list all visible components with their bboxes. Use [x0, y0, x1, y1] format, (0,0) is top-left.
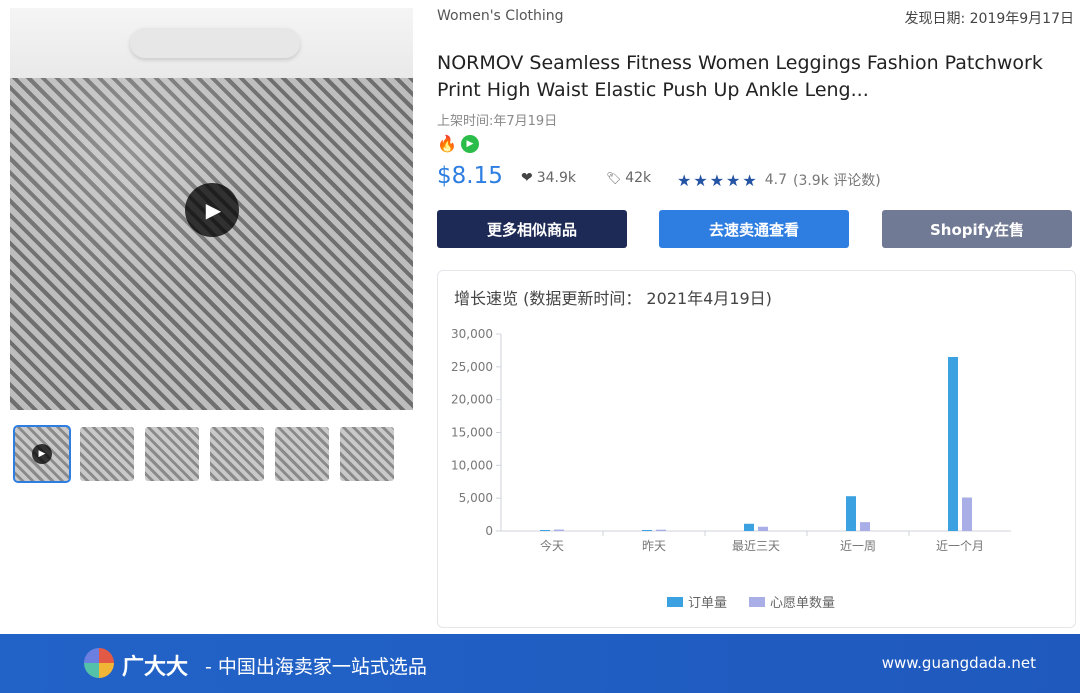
product-main-image[interactable]: ▶	[10, 8, 413, 410]
tags-stat: 🏷 42k	[606, 170, 651, 186]
found-date: 发现日期: 2019年9月17日	[904, 11, 1074, 27]
site-url[interactable]: www.guangdada.net	[882, 654, 1036, 672]
y-tick-label: 30,000	[451, 327, 493, 341]
growth-chart: 0 5,000 10,000 15,000 20,000 25,000 30,000 今天 昨天…	[451, 327, 1011, 611]
x-tick-label: 近一个月	[936, 539, 984, 553]
legend-label: 心愿单数量	[770, 596, 835, 611]
thumbnail-image[interactable]	[275, 427, 329, 481]
legend-label: 订单量	[688, 596, 727, 611]
rating-value: 4.7	[764, 172, 787, 188]
brand-logo-icon	[84, 648, 114, 678]
bar-wishlist	[758, 526, 768, 531]
video-badge-icon: ▶	[461, 135, 479, 153]
bar-orders	[540, 530, 550, 531]
view-on-aliexpress-button[interactable]: 去速卖通查看	[659, 210, 849, 248]
bar-wishlist	[962, 497, 972, 531]
x-tick-label: 今天	[540, 538, 564, 553]
fire-icon: 🔥	[437, 134, 457, 153]
product-price: $8.15	[437, 163, 503, 189]
y-tick-label: 5,000	[459, 491, 493, 505]
thumbnail-image[interactable]	[340, 427, 394, 481]
more-similar-button[interactable]: 更多相似商品	[437, 210, 627, 248]
growth-chart-card: 0 5,000 10,000 15,000 20,000 25,000 30,000 今天 昨天…	[437, 270, 1076, 628]
x-tick-label: 昨天	[642, 539, 666, 553]
bar-orders	[744, 523, 754, 531]
bar-orders	[948, 356, 958, 531]
tag-icon: 🏷	[606, 171, 622, 185]
x-tick-label: 最近三天	[732, 539, 780, 553]
thumbnail-strip: ▶	[13, 425, 394, 483]
bar-orders	[642, 530, 652, 531]
brand-name: 广大大	[122, 655, 189, 680]
y-tick-label: 0	[485, 524, 493, 538]
bar-wishlist	[554, 529, 564, 531]
x-tick-label: 近一周	[840, 539, 876, 553]
footer-banner: 广大大 - 中国出海卖家一站式选品 www.guangdada.net	[0, 634, 1080, 693]
y-tick-label: 20,000	[451, 393, 493, 407]
bar-orders	[846, 496, 856, 531]
shopify-selling-button[interactable]: Shopify在售	[882, 210, 1072, 248]
review-count: (3.9k 评论数)	[792, 173, 881, 189]
legend-swatch	[749, 597, 765, 607]
y-tick-label: 15,000	[451, 426, 493, 440]
rating: ★★★★★ 4.7 (3.9k 评论数)	[677, 170, 881, 190]
image-waistband	[130, 28, 300, 58]
play-icon: ▶	[205, 198, 222, 222]
product-title: NORMOV Seamless Fitness Women Leggings F…	[437, 52, 1043, 101]
likes-count: 34.9k	[536, 170, 577, 186]
y-tick-label: 25,000	[451, 360, 493, 374]
chart-title: 增长速览 (数据更新时间： 2021年4月19日)	[454, 289, 772, 308]
listed-time: 上架时间:年7月19日	[437, 114, 558, 129]
star-rating-icon: ★★★★★	[677, 170, 759, 190]
play-icon: ▶	[32, 444, 52, 464]
bar-wishlist	[860, 522, 870, 531]
tags-count: 42k	[625, 170, 652, 186]
thumbnail-image[interactable]	[145, 427, 199, 481]
bar-wishlist	[656, 529, 666, 531]
thumbnail-image[interactable]	[210, 427, 264, 481]
thumbnail-video[interactable]: ▶	[13, 425, 71, 483]
video-play-button[interactable]: ▶	[185, 183, 239, 237]
brand-slogan: - 中国出海卖家一站式选品	[205, 656, 427, 678]
heart-icon: ❤	[521, 170, 533, 186]
legend-swatch	[667, 597, 683, 607]
badges: 🔥 ▶	[437, 135, 479, 153]
y-tick-label: 10,000	[451, 458, 493, 472]
thumbnail-image[interactable]	[80, 427, 134, 481]
product-category[interactable]: Women's Clothing	[437, 8, 564, 24]
likes-stat: ❤ 34.9k	[521, 170, 576, 186]
